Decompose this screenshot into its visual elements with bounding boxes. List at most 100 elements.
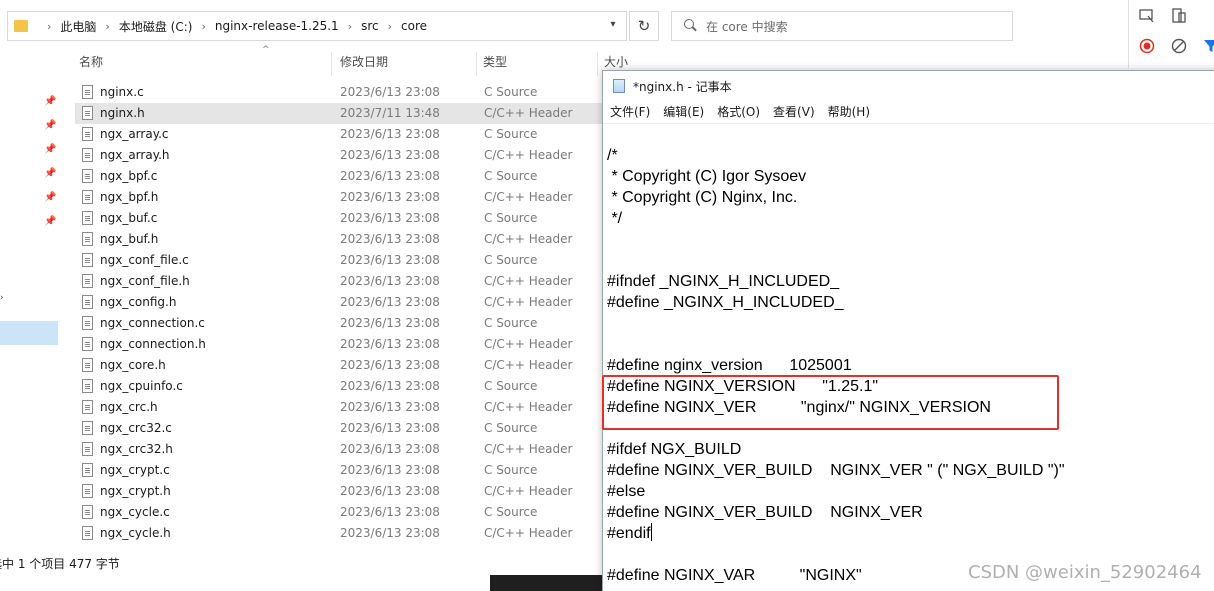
search-input[interactable]: 在 core 中搜索 (671, 11, 1013, 41)
file-type: C Source (484, 127, 538, 141)
file-row[interactable]: ngx_core.h 2023/6/13 23:08 C/C++ Header (75, 355, 605, 376)
file-row[interactable]: ngx_connection.h 2023/6/13 23:08 C/C++ Hea… (75, 334, 605, 355)
file-date: 2023/6/13 23:08 (340, 484, 440, 498)
file-date: 2023/6/13 23:08 (340, 379, 440, 393)
chevron-right-icon[interactable]: › (0, 293, 4, 303)
file-type: C/C++ Header (484, 526, 573, 540)
notepad-window: *nginx.h - 记事本 文件(F) 编辑(E) 格式(O) 查看(V) 帮… (602, 70, 1214, 591)
file-icon (82, 190, 93, 204)
menu-edit[interactable]: 编辑(E) (656, 101, 710, 121)
refresh-button[interactable]: ↻ (629, 11, 659, 41)
file-row[interactable]: ngx_crc32.c 2023/6/13 23:08 C Source (75, 418, 605, 439)
menu-view[interactable]: 查看(V) (766, 101, 821, 121)
notepad-title-bar[interactable]: *nginx.h - 记事本 (603, 71, 1214, 101)
file-row[interactable]: nginx.h 2023/7/11 13:48 C/C++ Header (75, 103, 605, 124)
file-icon (82, 400, 93, 414)
pin-icon[interactable]: 📌 (44, 216, 56, 228)
file-name: ngx_conf_file.h (100, 274, 190, 288)
file-icon (82, 526, 93, 540)
notepad-text-area[interactable]: /* * Copyright (C) Igor Sysoev * Copyrig… (603, 123, 1214, 591)
column-header-name[interactable]: 名称 (74, 52, 332, 76)
file-row[interactable]: ngx_conf_file.c 2023/6/13 23:08 C Source (75, 250, 605, 271)
file-date: 2023/6/13 23:08 (340, 295, 440, 309)
menu-file[interactable]: 文件(F) (603, 101, 656, 121)
file-icon (82, 253, 93, 267)
breadcrumb-local-disk[interactable]: 本地磁盘 (C:) (119, 18, 193, 35)
file-name: ngx_crc32.h (100, 442, 173, 456)
pin-icon[interactable]: 📌 (44, 168, 56, 180)
status-bar: 选中 1 个项目 477 字节 (0, 557, 120, 571)
file-row[interactable]: ngx_crc.h 2023/6/13 23:08 C/C++ Header (75, 397, 605, 418)
file-row[interactable]: ngx_crypt.h 2023/6/13 23:08 C/C++ Header (75, 481, 605, 502)
chevron-down-icon[interactable]: ▾ (606, 18, 620, 32)
file-row[interactable]: ngx_cycle.c 2023/6/13 23:08 C Source (75, 502, 605, 523)
pin-icon[interactable]: 📌 (44, 96, 56, 108)
pin-icon[interactable]: 📌 (44, 120, 56, 132)
file-type: C/C++ Header (484, 400, 573, 414)
file-row[interactable]: ngx_crc32.h 2023/6/13 23:08 C/C++ Header (75, 439, 605, 460)
file-row[interactable]: ngx_bpf.c 2023/6/13 23:08 C Source (75, 166, 605, 187)
file-type: C Source (484, 505, 538, 519)
file-row[interactable]: ngx_array.h 2023/6/13 23:08 C/C++ Header (75, 145, 605, 166)
file-name: ngx_buf.h (100, 232, 159, 246)
pin-icon[interactable]: 📌 (44, 144, 56, 156)
file-row[interactable]: nginx.c 2023/6/13 23:08 C Source (75, 82, 605, 103)
file-row[interactable]: ngx_config.h 2023/6/13 23:08 C/C++ Header (75, 292, 605, 313)
file-type: C/C++ Header (484, 274, 573, 288)
file-date: 2023/6/13 23:08 (340, 127, 440, 141)
file-type: C/C++ Header (484, 358, 573, 372)
file-name: ngx_cpuinfo.c (100, 379, 183, 393)
nav-item-selected[interactable] (0, 321, 58, 345)
file-date: 2023/6/13 23:08 (340, 358, 440, 372)
file-icon (82, 316, 93, 330)
menu-format[interactable]: 格式(O) (710, 101, 766, 121)
file-name: ngx_conf_file.c (100, 253, 189, 267)
file-row[interactable]: ngx_cpuinfo.c 2023/6/13 23:08 C Source (75, 376, 605, 397)
inspect-icon[interactable] (1139, 8, 1155, 24)
file-icon (82, 421, 93, 435)
file-type: C/C++ Header (484, 106, 573, 120)
file-icon (82, 463, 93, 477)
file-type: C Source (484, 421, 538, 435)
file-name: ngx_bpf.c (100, 169, 158, 183)
file-row[interactable]: ngx_crypt.c 2023/6/13 23:08 C Source (75, 460, 605, 481)
file-row[interactable]: ngx_array.c 2023/6/13 23:08 C Source (75, 124, 605, 145)
code-line: * Copyright (C) Igor Sysoev (607, 168, 807, 185)
code-line: #define nginx_version 1025001 (607, 357, 852, 374)
breadcrumb-this-pc[interactable]: 此电脑 (60, 18, 96, 35)
breadcrumb-nginx-release[interactable]: nginx-release-1.25.1 (215, 19, 339, 33)
code-line: #ifdef NGX_BUILD (607, 441, 742, 458)
file-name: ngx_connection.c (100, 316, 205, 330)
clear-icon[interactable] (1171, 38, 1187, 54)
file-icon (82, 127, 93, 141)
file-row[interactable]: ngx_cycle.h 2023/6/13 23:08 C/C++ Header (75, 523, 605, 544)
file-name: ngx_array.c (100, 127, 169, 141)
device-toolbar-icon[interactable] (1171, 8, 1187, 24)
breadcrumb-core[interactable]: core (401, 19, 427, 33)
file-name: nginx.h (100, 106, 145, 120)
file-name: ngx_buf.c (100, 211, 158, 225)
file-row[interactable]: ngx_buf.h 2023/6/13 23:08 C/C++ Header (75, 229, 605, 250)
file-row[interactable]: ngx_buf.c 2023/6/13 23:08 C Source (75, 208, 605, 229)
pin-icon[interactable]: 📌 (44, 192, 56, 204)
file-row[interactable]: ngx_conf_file.h 2023/6/13 23:08 C/C++ Head… (75, 271, 605, 292)
file-date: 2023/6/13 23:08 (340, 253, 440, 267)
file-icon (82, 148, 93, 162)
file-name: ngx_array.h (100, 148, 170, 162)
breadcrumb-src[interactable]: src (361, 19, 379, 33)
watermark: CSDN @weixin_52902464 (968, 562, 1202, 583)
file-row[interactable]: ngx_connection.c 2023/6/13 23:08 C Source (75, 313, 605, 334)
code-line: #define NGINX_VER_BUILD NGINX_VER " (" N… (607, 462, 1065, 479)
column-header-type[interactable]: 类型 (478, 52, 598, 76)
file-row[interactable]: ngx_bpf.h 2023/6/13 23:08 C/C++ Header (75, 187, 605, 208)
file-name: ngx_core.h (100, 358, 166, 372)
menu-help[interactable]: 帮助(H) (821, 101, 876, 121)
code-line: #ifndef _NGINX_H_INCLUDED_ (607, 273, 840, 290)
file-icon (82, 85, 93, 99)
column-header-date[interactable]: 修改日期 (335, 52, 477, 76)
filter-icon[interactable] (1203, 38, 1214, 54)
version-highlight-box (602, 375, 1059, 430)
record-icon[interactable] (1139, 38, 1155, 54)
address-bar[interactable]: › 此电脑 › 本地磁盘 (C:) › nginx-release-1.25.1… (7, 11, 627, 41)
